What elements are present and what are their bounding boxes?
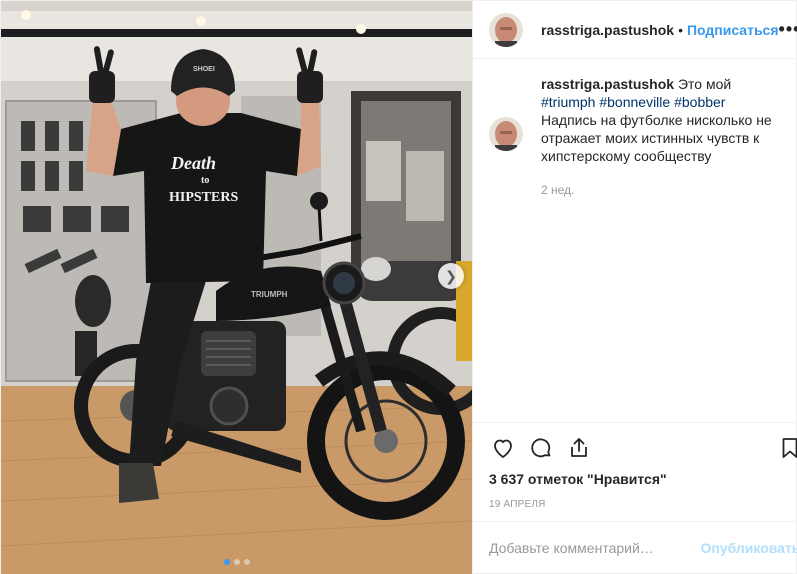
caption-avatar[interactable] xyxy=(489,117,523,151)
bookmark-icon[interactable] xyxy=(776,434,797,462)
follow-button[interactable]: Подписаться xyxy=(687,22,779,38)
author-username[interactable]: rasstriga.pastushok xyxy=(541,22,674,38)
share-icon[interactable] xyxy=(565,434,593,462)
caption-line: отражает моих истинных чувств к xyxy=(541,130,760,146)
shirt-print-line3: HIPSTERS xyxy=(169,190,238,205)
caption-comment: rasstriga.pastushok Это мой #triumph #bo… xyxy=(489,75,797,199)
caption-line: хипстерскому сообществу xyxy=(541,148,712,164)
tank-logo: TRIUMPH xyxy=(251,290,288,299)
hashtag-link[interactable]: #bonneville xyxy=(599,94,670,110)
carousel-dot xyxy=(233,559,240,565)
comment-icon[interactable] xyxy=(527,434,555,462)
post-actions: 3 637 отметок "Нравится" 19 АПРЕЛЯ xyxy=(473,422,797,521)
add-comment-bar: Опубликовать xyxy=(473,521,797,573)
caption-body: rasstriga.pastushok Это мой #triumph #bo… xyxy=(541,75,772,199)
action-icons xyxy=(489,427,797,469)
hashtag-link[interactable]: #bobber xyxy=(674,94,725,110)
header-separator: • xyxy=(678,21,683,38)
hashtag-link[interactable]: #triumph xyxy=(541,94,595,110)
heart-icon[interactable] xyxy=(489,434,517,462)
helmet-logo: SHOEI xyxy=(193,66,215,73)
shirt-print-line2: to xyxy=(201,175,209,186)
more-options-icon[interactable]: ••• xyxy=(779,19,797,40)
author-avatar[interactable] xyxy=(489,12,523,47)
avatar-image xyxy=(489,117,523,151)
post-photo[interactable]: TRIUMPH SHOEI Death to HIPSTERS ❯ xyxy=(1,1,472,574)
publish-button[interactable]: Опубликовать xyxy=(700,540,797,556)
chevron-right-icon[interactable]: ❯ xyxy=(438,263,464,289)
comments-section: rasstriga.pastushok Это мой #triumph #bo… xyxy=(473,59,797,422)
likes-count[interactable]: 3 637 отметок "Нравится" xyxy=(489,471,797,487)
post-date[interactable]: 19 АПРЕЛЯ xyxy=(489,499,797,521)
carousel-dot-active xyxy=(223,559,230,565)
post-modal: TRIUMPH SHOEI Death to HIPSTERS ❯ rasstr… xyxy=(0,0,797,574)
photo-illustration: TRIUMPH SHOEI Death to HIPSTERS xyxy=(1,1,472,574)
carousel-dot xyxy=(243,559,250,565)
avatar-image xyxy=(489,12,523,47)
caption-line: Надпись на футболке нисколько не xyxy=(541,112,772,128)
carousel-indicator xyxy=(1,559,472,565)
caption-username[interactable]: rasstriga.pastushok xyxy=(541,76,674,92)
post-header: rasstriga.pastushok • Подписаться ••• xyxy=(473,1,797,59)
shirt-print-line1: Death xyxy=(170,153,216,173)
comment-input[interactable] xyxy=(489,539,701,556)
caption-time[interactable]: 2 нед. xyxy=(541,181,772,199)
post-sidebar: rasstriga.pastushok • Подписаться ••• ra xyxy=(472,1,797,573)
caption-intro: Это мой xyxy=(677,76,732,92)
